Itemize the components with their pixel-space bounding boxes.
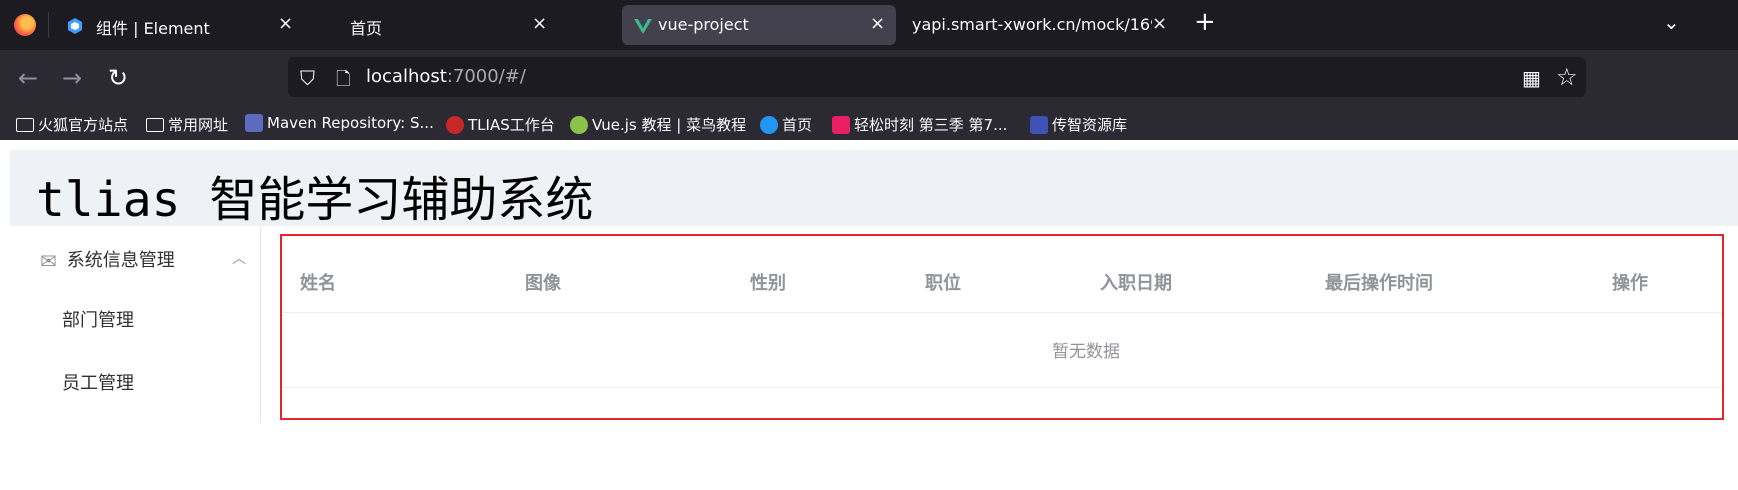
tab-title: vue-project (658, 15, 749, 34)
chevron-up-icon: ︿ (232, 251, 246, 267)
tab-element[interactable]: 组件 | Element × (54, 5, 304, 45)
tab-close-icon[interactable]: × (1152, 13, 1168, 34)
tab-home[interactable]: 首页 × (306, 5, 556, 45)
tab-close-icon[interactable]: × (532, 13, 547, 34)
column-header: 职位 (925, 273, 961, 294)
firefox-logo-icon[interactable] (14, 14, 36, 36)
database-icon (1030, 116, 1048, 134)
tab-separator (48, 12, 49, 38)
element-logo-icon (68, 18, 82, 34)
bookmarks-bar: 火狐官方站点 常用网址 Maven Repository: S... TLIAS… (0, 110, 1738, 140)
runoob-icon (570, 116, 588, 134)
bookmark-item[interactable]: TLIAS工作台 (446, 114, 555, 135)
app-title: tlias 智能学习辅助系统 (36, 172, 594, 228)
shield-icon[interactable]: ⛉ (300, 66, 315, 90)
folder-icon (146, 118, 164, 132)
forward-arrow-icon[interactable]: → (62, 64, 82, 92)
sidebar-menu: ✉ 系统信息管理 ︿ 部门管理 员工管理 (10, 226, 261, 423)
empty-text: 暂无数据 (1052, 342, 1120, 362)
bookmark-item[interactable]: 首页 (760, 114, 812, 135)
page-icon[interactable]: 🗋 (336, 67, 350, 97)
tab-yapi[interactable]: yapi.smart-xwork.cn/mock/16932 × (900, 5, 1170, 45)
bookmark-item[interactable]: 轻松时刻 第三季 第7... (832, 114, 1007, 135)
bookmark-item[interactable]: Vue.js 教程 | 菜鸟教程 (570, 114, 746, 135)
bookmark-item[interactable]: 传智资源库 (1030, 114, 1127, 135)
column-header: 操作 (1612, 273, 1648, 294)
bookmark-item[interactable]: 常用网址 (146, 114, 228, 135)
url-bar[interactable]: ⛉ 🗋 localhost:7000/#/ ▦ ☆ (288, 57, 1586, 97)
bookmark-item[interactable]: 火狐官方站点 (16, 114, 128, 135)
tab-close-icon[interactable]: × (278, 13, 293, 34)
tab-title: 首页 (350, 19, 383, 38)
list-all-tabs-chevron-icon[interactable]: ⌄ (1663, 10, 1680, 34)
maven-icon (245, 114, 263, 132)
table-header: 姓名 图像 性别 职位 入职日期 最后操作时间 操作 (282, 236, 1722, 313)
message-icon: ✉ (40, 249, 57, 273)
browser-nav-bar: ← → ↻ ⛉ 🗋 localhost:7000/#/ ▦ ☆ (0, 50, 1738, 110)
url-text[interactable]: localhost:7000/#/ (366, 66, 526, 87)
column-header: 入职日期 (1100, 273, 1172, 294)
qr-code-icon[interactable]: ▦ (1522, 66, 1541, 90)
browser-tab-bar: 组件 | Element × 首页 × vue-project × yapi.s… (0, 0, 1738, 50)
reload-icon[interactable]: ↻ (108, 64, 128, 92)
tab-vue-project[interactable]: vue-project × (622, 5, 896, 45)
tab-title: yapi.smart-xwork.cn/mock/16932 (912, 15, 1158, 34)
menu-item-dept[interactable]: 部门管理 (62, 306, 134, 332)
column-header: 最后操作时间 (1325, 273, 1433, 294)
employee-table: 姓名 图像 性别 职位 入职日期 最后操作时间 操作 暂无数据 (280, 234, 1724, 420)
app-page: tlias 智能学习辅助系统 ✉ 系统信息管理 ︿ 部门管理 员工管理 姓名 图像… (0, 140, 1738, 490)
menu-item-emp[interactable]: 员工管理 (62, 369, 134, 395)
tab-title: 组件 | Element (96, 19, 210, 38)
column-header: 姓名 (300, 273, 336, 294)
tlias-icon (446, 116, 464, 134)
app-header: tlias 智能学习辅助系统 (10, 150, 1738, 228)
menu-group-system-info[interactable]: ✉ 系统信息管理 ︿ (40, 246, 246, 273)
url-path: :7000/#/ (446, 66, 526, 87)
tab-close-icon[interactable]: × (870, 13, 885, 34)
bookmark-star-icon[interactable]: ☆ (1556, 63, 1578, 91)
new-tab-button[interactable]: + (1194, 7, 1216, 37)
folder-icon (16, 118, 34, 132)
table-empty-row: 暂无数据 (282, 313, 1722, 388)
url-host: localhost (366, 66, 447, 87)
column-header: 图像 (525, 273, 561, 294)
back-arrow-icon[interactable]: ← (18, 64, 38, 92)
column-header: 性别 (750, 273, 786, 294)
video-icon (832, 116, 850, 134)
bookmark-item[interactable]: Maven Repository: S... (245, 114, 434, 132)
vue-logo-icon (634, 19, 652, 34)
menu-group-label: 系统信息管理 (66, 250, 175, 271)
home-logo-icon (760, 116, 778, 134)
